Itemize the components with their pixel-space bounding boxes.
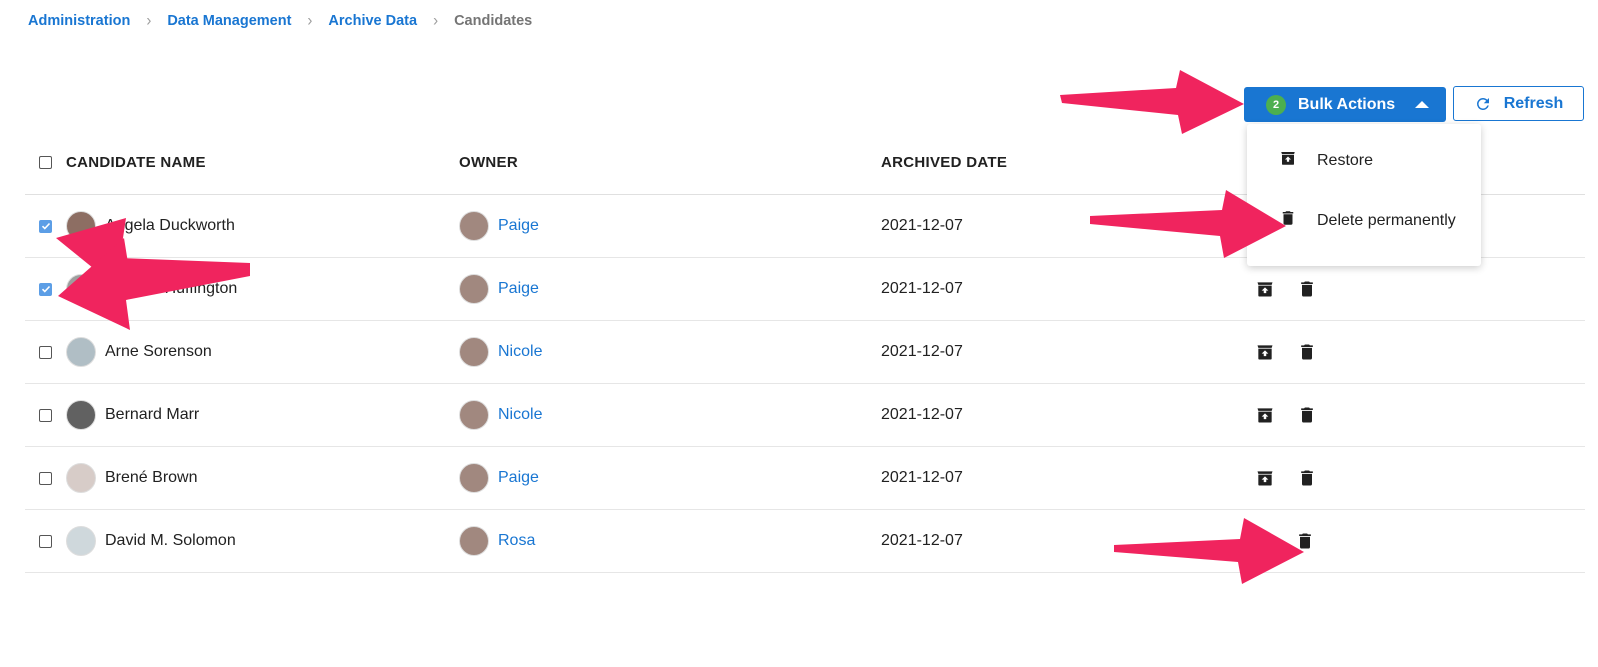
- bulk-actions-button[interactable]: 2 Bulk Actions: [1244, 87, 1446, 122]
- owner-link[interactable]: Rosa: [498, 532, 535, 550]
- table-row[interactable]: Bernard Marr Nicole 2021-12-07: [25, 384, 1585, 447]
- trash-icon[interactable]: [1297, 279, 1317, 299]
- owner-avatar: [459, 274, 489, 304]
- candidate-name[interactable]: Arianna Huffington: [105, 280, 237, 298]
- candidate-name[interactable]: Arne Sorenson: [105, 343, 212, 361]
- breadcrumb-administration[interactable]: Administration: [28, 13, 130, 29]
- bulk-actions-label: Bulk Actions: [1298, 95, 1396, 113]
- menu-item-delete-label: Delete permanently: [1317, 212, 1456, 229]
- row-checkbox[interactable]: [39, 345, 52, 359]
- candidate-name[interactable]: Bernard Marr: [105, 406, 199, 424]
- table-row[interactable]: Arne Sorenson Nicole 2021-12-07: [25, 321, 1585, 384]
- trash-icon[interactable]: [1297, 342, 1317, 362]
- archived-date: 2021-12-07: [881, 469, 963, 486]
- owner-link[interactable]: Paige: [498, 280, 539, 298]
- owner-avatar: [459, 400, 489, 430]
- chevron-right-icon: ›: [146, 11, 152, 30]
- trash-icon: [1279, 209, 1297, 227]
- menu-item-restore-label: Restore: [1317, 152, 1374, 169]
- chevron-right-icon: ›: [433, 11, 439, 30]
- owner-avatar: [459, 211, 489, 241]
- owner-avatar: [459, 526, 489, 556]
- trash-icon[interactable]: [1297, 405, 1317, 425]
- candidate-name[interactable]: Brené Brown: [105, 469, 198, 487]
- row-checkbox[interactable]: [39, 219, 52, 233]
- owner-link[interactable]: Nicole: [498, 406, 542, 424]
- archived-date: 2021-12-07: [881, 406, 963, 423]
- row-checkbox[interactable]: [39, 471, 52, 485]
- bulk-actions-menu: Restore Delete permanently: [1247, 124, 1481, 266]
- candidate-avatar: [66, 400, 96, 430]
- chevron-right-icon: ›: [307, 11, 313, 30]
- breadcrumb: Administration › Data Management › Archi…: [28, 11, 533, 30]
- archived-date: 2021-12-07: [881, 532, 963, 549]
- row-checkbox[interactable]: [39, 282, 52, 296]
- header-owner[interactable]: OWNER: [459, 131, 518, 194]
- trash-icon[interactable]: [1297, 468, 1317, 488]
- breadcrumb-data-management[interactable]: Data Management: [167, 13, 291, 29]
- header-archived-date[interactable]: ARCHIVED DATE: [881, 131, 1007, 194]
- row-actions: [1255, 384, 1339, 446]
- refresh-button[interactable]: Refresh: [1453, 86, 1584, 121]
- archive-restore-icon[interactable]: [1255, 342, 1275, 362]
- candidate-name[interactable]: David M. Solomon: [105, 532, 236, 550]
- row-checkbox[interactable]: [39, 408, 52, 422]
- owner-avatar: [459, 463, 489, 493]
- owner-link[interactable]: Paige: [498, 217, 539, 235]
- row-actions: [1255, 258, 1339, 320]
- select-all-checkbox[interactable]: [39, 156, 52, 169]
- archive-restore-icon: [1279, 149, 1297, 167]
- owner-avatar: [459, 337, 489, 367]
- archived-date: 2021-12-07: [881, 217, 963, 234]
- table-row[interactable]: Brené Brown Paige 2021-12-07: [25, 447, 1585, 510]
- candidate-name[interactable]: Angela Duckworth: [105, 217, 235, 235]
- candidate-avatar: [66, 274, 96, 304]
- archived-date: 2021-12-07: [881, 280, 963, 297]
- menu-item-restore[interactable]: Restore: [1247, 133, 1481, 189]
- refresh-icon: [1476, 97, 1489, 110]
- archive-restore-icon[interactable]: [1255, 279, 1275, 299]
- breadcrumb-archive-data[interactable]: Archive Data: [328, 13, 417, 29]
- table-row[interactable]: David M. Solomon Rosa 2021-12-07: [25, 510, 1585, 573]
- candidate-avatar: [66, 463, 96, 493]
- caret-up-icon: [1415, 101, 1430, 108]
- selected-count-badge: 2: [1266, 94, 1286, 115]
- row-actions: [1295, 510, 1337, 572]
- candidate-avatar: [66, 337, 96, 367]
- row-actions: [1255, 321, 1339, 383]
- menu-item-delete-permanently[interactable]: Delete permanently: [1247, 193, 1481, 249]
- breadcrumb-candidates: Candidates: [454, 12, 533, 29]
- archived-date: 2021-12-07: [881, 343, 963, 360]
- row-checkbox[interactable]: [39, 534, 52, 548]
- refresh-label: Refresh: [1503, 94, 1564, 112]
- annotation-arrow: [1060, 70, 1244, 134]
- candidate-avatar: [66, 211, 96, 241]
- trash-icon[interactable]: [1295, 531, 1315, 551]
- header-candidate-name[interactable]: CANDIDATE NAME: [66, 131, 206, 194]
- archive-restore-icon[interactable]: [1255, 405, 1275, 425]
- archive-restore-icon[interactable]: [1255, 468, 1275, 488]
- candidate-avatar: [66, 526, 96, 556]
- table-row[interactable]: Arianna Huffington Paige 2021-12-07: [25, 258, 1585, 321]
- owner-link[interactable]: Paige: [498, 469, 539, 487]
- owner-link[interactable]: Nicole: [498, 343, 542, 361]
- row-actions: [1255, 447, 1339, 509]
